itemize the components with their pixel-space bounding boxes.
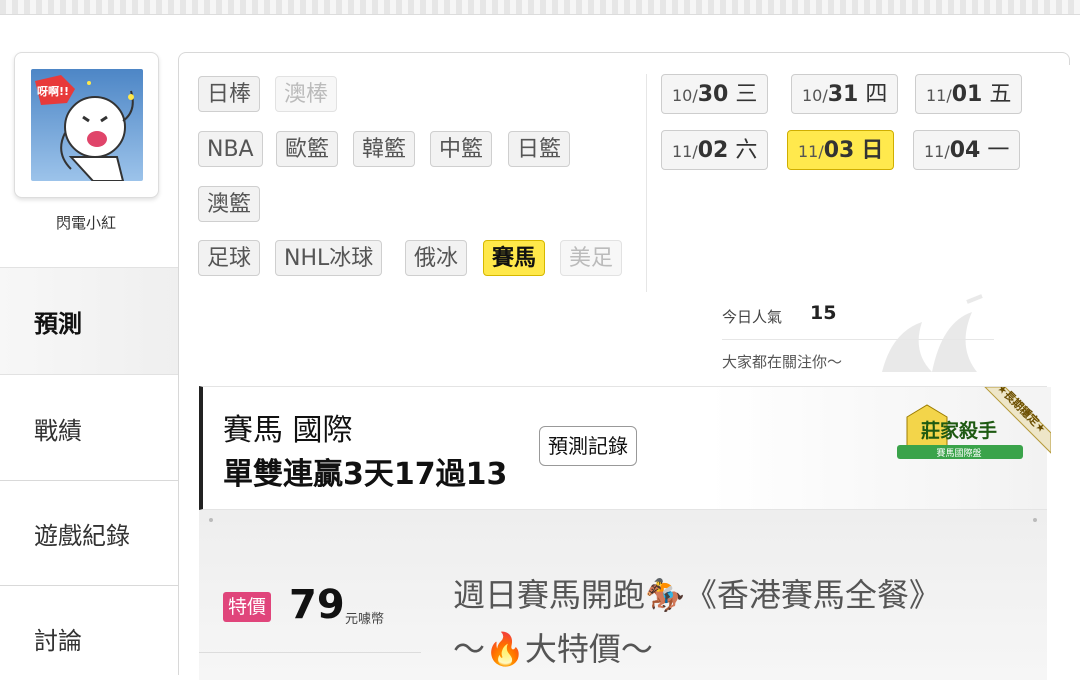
- sport-tag-china-basketball[interactable]: 中籃: [430, 131, 493, 167]
- sport-tag-euro-basketball[interactable]: 歐籃: [276, 131, 339, 167]
- date-weekday: 四: [865, 82, 888, 107]
- nav-item-prediction[interactable]: 預測: [0, 267, 178, 375]
- nav-item-label: 戰績: [34, 416, 82, 445]
- date-button-1103[interactable]: 11/03 日: [787, 130, 895, 170]
- popularity-value: 15: [810, 302, 837, 324]
- sport-tag-nhl-hockey[interactable]: NHL冰球: [275, 240, 383, 276]
- date-day: 02: [697, 138, 729, 163]
- date-month: 10/: [802, 86, 828, 105]
- sport-tag-russia-hockey[interactable]: 俄冰: [405, 240, 468, 276]
- section-divider: [646, 74, 647, 292]
- date-weekday: 三: [735, 82, 758, 107]
- price-divider: [199, 652, 421, 653]
- avatar-card[interactable]: 呀啊!!: [14, 52, 159, 198]
- main-panel-border: [178, 60, 179, 675]
- date-button-1104[interactable]: 11/04 一: [913, 130, 1021, 170]
- prediction-record-button[interactable]: 預測記錄: [539, 426, 637, 466]
- date-weekday: 日: [861, 138, 884, 163]
- nav-item-record[interactable]: 戰績: [0, 376, 178, 480]
- sport-tag-japan-baseball[interactable]: 日棒: [198, 76, 261, 112]
- date-day: 30: [697, 82, 729, 107]
- game-card: 賽馬 國際 單雙連贏3天17過13 預測記錄 ★長期穩定★ 莊家殺手 賽馬國際盤: [199, 381, 1052, 510]
- pin-icon: [209, 518, 213, 522]
- sport-tag-soccer[interactable]: 足球: [198, 240, 261, 276]
- date-button-1030[interactable]: 10/30 三: [661, 74, 769, 114]
- date-day: 03: [823, 138, 855, 163]
- date-month: 11/: [924, 142, 950, 161]
- nav-item-discussion[interactable]: 討論: [0, 586, 178, 690]
- date-button-1031[interactable]: 10/31 四: [791, 74, 899, 114]
- dealer-killer-badge: ★長期穩定★ 莊家殺手 賽馬國際盤: [893, 381, 1052, 509]
- price-unit: 元噱幣: [345, 612, 385, 627]
- nav-item-label: 預測: [34, 309, 82, 338]
- avatar-caption: 呀啊!!: [37, 85, 69, 98]
- sport-tag-horse-racing[interactable]: 賽馬: [483, 240, 546, 276]
- nav-item-label: 討論: [34, 626, 82, 655]
- badge-title: 莊家殺手: [921, 419, 997, 442]
- badge-subtitle: 賽馬國際盤: [936, 447, 981, 459]
- avatar: 呀啊!!: [31, 69, 143, 181]
- date-month: 10/: [672, 86, 698, 105]
- main-panel-frame: [178, 52, 1070, 65]
- date-weekday: 六: [735, 138, 758, 163]
- date-weekday: 一: [987, 138, 1010, 163]
- popularity-divider: [722, 339, 994, 340]
- nav-item-label: 遊戲紀錄: [34, 521, 130, 550]
- top-decorative-edge: [0, 0, 1080, 15]
- price-value: 79: [289, 582, 345, 628]
- product-card[interactable]: 特價 79 元噱幣 週日賽馬開跑🏇《香港賽馬全餐》 ～🔥大特價～: [199, 510, 1047, 680]
- game-title: 賽馬 國際: [223, 413, 353, 448]
- sport-tag-nba[interactable]: NBA: [198, 131, 263, 167]
- trophy-badge-icon: ★長期穩定★ 莊家殺手 賽馬國際盤: [897, 381, 1052, 459]
- date-month: 11/: [672, 142, 698, 161]
- sport-tag-korea-basketball[interactable]: 韓籃: [353, 131, 416, 167]
- date-day: 31: [827, 82, 859, 107]
- sport-tag-japan-basketball[interactable]: 日籃: [508, 131, 571, 167]
- decorative-logo-icon: [882, 294, 983, 372]
- product-title-line: ～🔥大特價～: [453, 630, 653, 668]
- date-button-1101[interactable]: 11/01 五: [915, 74, 1023, 114]
- date-day: 01: [951, 82, 983, 107]
- popularity-note: 大家都在關注你～: [722, 353, 843, 371]
- date-day: 04: [949, 138, 981, 163]
- sport-tag-aus-baseball[interactable]: 澳棒: [275, 76, 338, 112]
- date-weekday: 五: [989, 82, 1012, 107]
- date-month: 11/: [798, 142, 824, 161]
- product-title[interactable]: 週日賽馬開跑🏇《香港賽馬全餐》 ～🔥大特價～: [453, 568, 1013, 676]
- nav-item-game-history[interactable]: 遊戲紀錄: [0, 481, 178, 585]
- cartoon-avatar-icon: 呀啊!!: [35, 75, 134, 181]
- username[interactable]: 閃電小紅: [0, 212, 172, 233]
- game-record: 單雙連贏3天17過13: [223, 457, 508, 492]
- date-button-1102[interactable]: 11/02 六: [661, 130, 769, 170]
- popularity-label: 今日人氣: [722, 308, 783, 326]
- special-price-badge: 特價: [223, 592, 272, 622]
- sport-tag-aus-basketball[interactable]: 澳籃: [198, 186, 261, 222]
- product-title-line: 週日賽馬開跑🏇《香港賽馬全餐》: [453, 576, 941, 614]
- date-month: 11/: [926, 86, 952, 105]
- sport-tag-american-football[interactable]: 美足: [560, 240, 623, 276]
- pin-icon: [1033, 518, 1037, 522]
